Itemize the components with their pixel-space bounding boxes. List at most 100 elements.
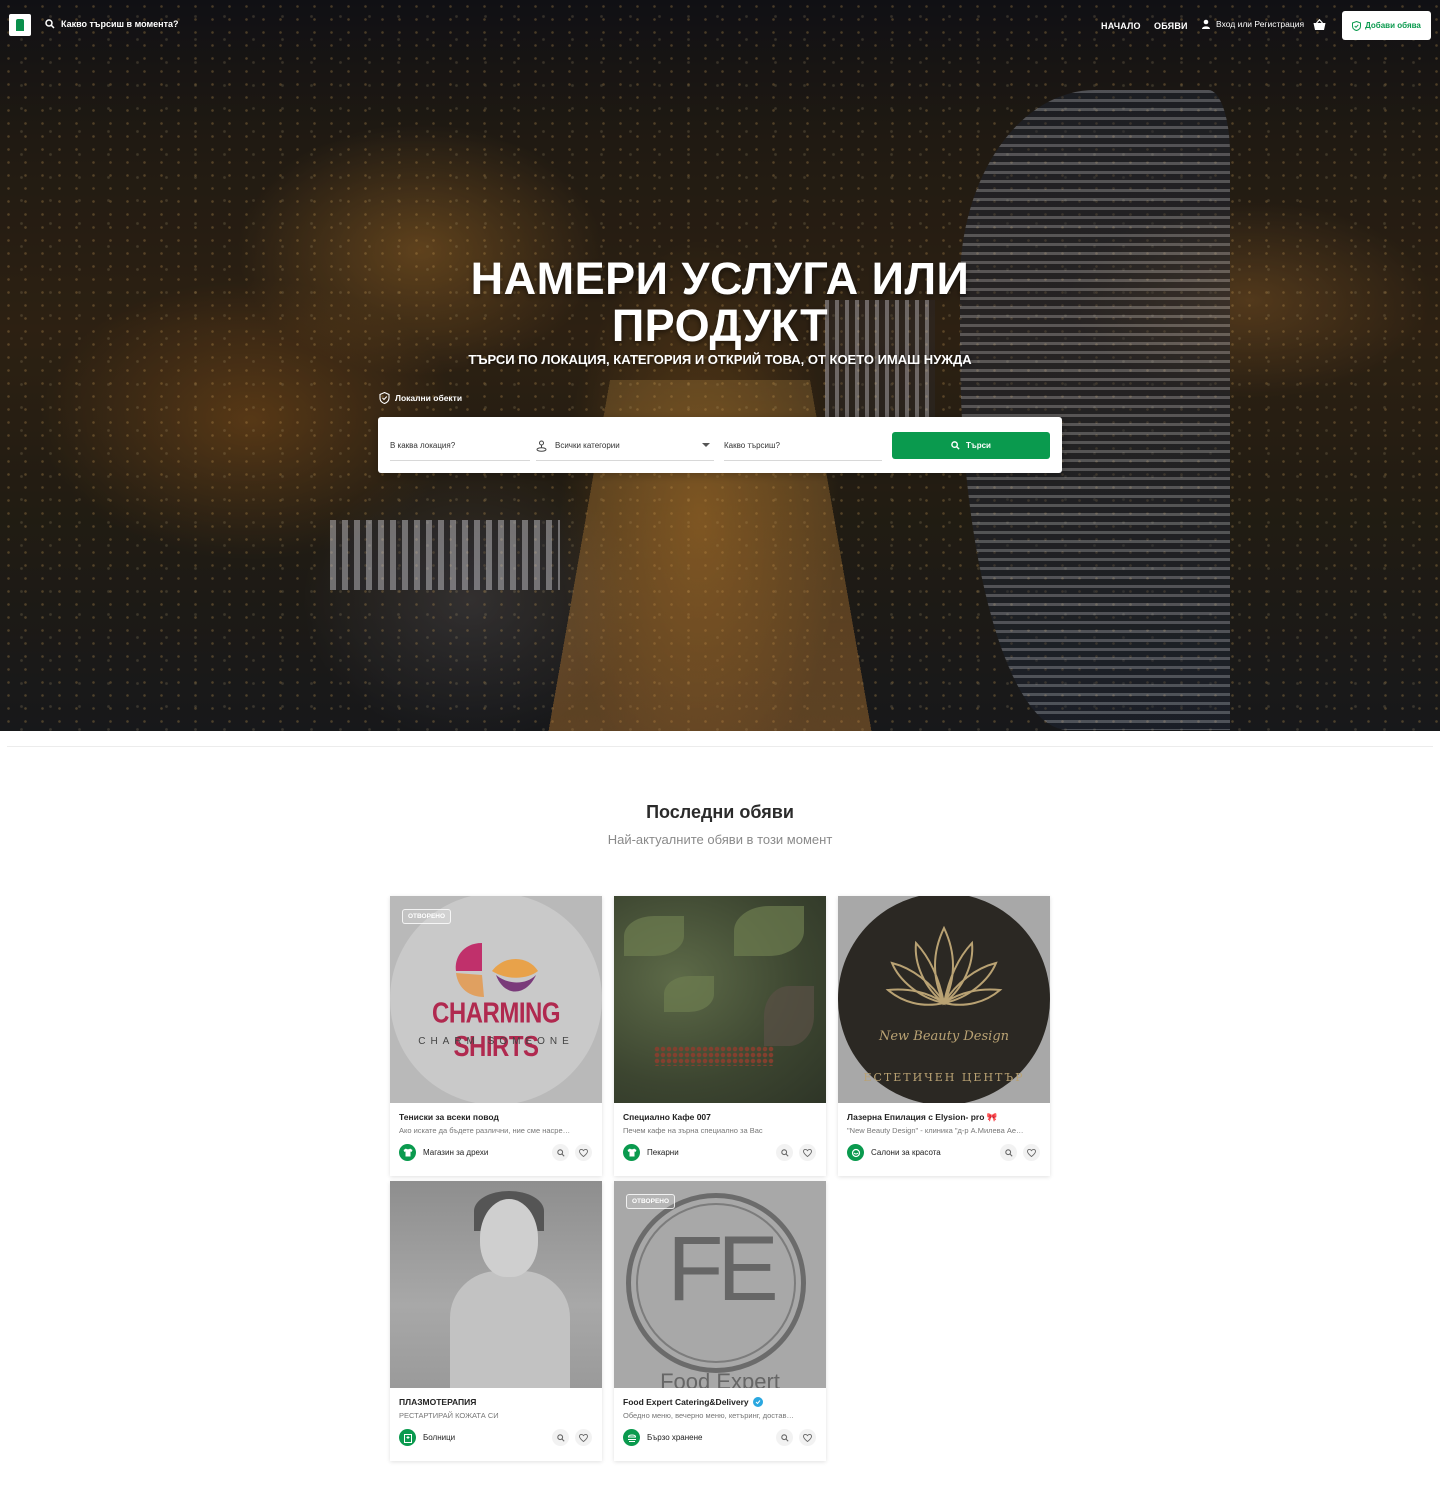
user-icon bbox=[1202, 19, 1210, 29]
listing-title[interactable]: Специално Кафе 007 bbox=[623, 1112, 818, 1122]
listing-title-text: Специално Кафе 007 bbox=[623, 1112, 711, 1122]
add-listing-button[interactable]: Добави обява bbox=[1342, 11, 1431, 40]
shield-check-icon bbox=[1352, 20, 1362, 31]
face-shape bbox=[480, 1199, 538, 1277]
zoom-icon[interactable] bbox=[776, 1429, 793, 1446]
search-icon bbox=[951, 441, 960, 450]
listing-description: Ако искате да бъдете различни, ние сме н… bbox=[399, 1126, 571, 1135]
header-search[interactable]: Какво търсиш в момента? bbox=[45, 19, 179, 29]
shirt-icon bbox=[399, 1144, 416, 1161]
open-badge: ОТВОРЕНО bbox=[626, 1194, 676, 1209]
zoom-icon[interactable] bbox=[552, 1144, 569, 1161]
listing-description: Печем кафе на зърна специално за Вас bbox=[623, 1126, 763, 1135]
nav-home[interactable]: НАЧАЛО bbox=[1101, 21, 1141, 31]
listing-card[interactable]: FE Food Expert ОТВОРЕНО Food Expert Cate… bbox=[614, 1181, 826, 1461]
listing-title-text: Тениски за всеки повод bbox=[399, 1112, 499, 1122]
listing-actions bbox=[552, 1429, 592, 1446]
listing-image[interactable]: CHARMING SHIRTS CHARM SOMEONE ОТВОРЕНО bbox=[390, 896, 602, 1103]
listing-image-text: CHARMING SHIRTS bbox=[432, 997, 561, 1064]
category-icon bbox=[536, 440, 547, 452]
beauty-icon bbox=[847, 1144, 864, 1161]
heart-icon[interactable] bbox=[1023, 1144, 1040, 1161]
listing-image-subtext: Food Expert bbox=[660, 1369, 780, 1388]
chevron-down-icon bbox=[702, 443, 710, 447]
query-field[interactable] bbox=[724, 431, 882, 461]
listing-image[interactable] bbox=[390, 1181, 602, 1388]
listing-card[interactable]: CHARMING SHIRTS CHARM SOMEONE ОТВОРЕНО Т… bbox=[390, 896, 602, 1176]
listing-title-text: Food Expert Catering&Delivery bbox=[623, 1397, 749, 1407]
listing-title[interactable]: Лазерна Епилация с Elysion- pro 🎀 bbox=[847, 1112, 1042, 1123]
hand-shape bbox=[764, 986, 814, 1046]
listing-description: Обедно меню, вечерно меню, кетъринг, дос… bbox=[623, 1411, 795, 1420]
hero-title: НАМЕРИ УСЛУГА ИЛИ ПРОДУКТ bbox=[470, 253, 970, 351]
category-value: Всички категории bbox=[555, 441, 620, 450]
heart-icon[interactable] bbox=[799, 1144, 816, 1161]
listing-description: РЕСТАРТИРАЙ КОЖАТА СИ bbox=[399, 1411, 499, 1420]
listing-card[interactable]: ПЛАЗМОТЕРАПИЯ РЕСТАРТИРАЙ КОЖАТА СИ Болн… bbox=[390, 1181, 602, 1461]
listing-image[interactable]: FE Food Expert ОТВОРЕНО bbox=[614, 1181, 826, 1388]
listing-category-label: Магазин за дрехи bbox=[423, 1148, 489, 1157]
listing-title[interactable]: Food Expert Catering&Delivery bbox=[623, 1397, 818, 1407]
hero-subtitle: ТЪРСИ ПО ЛОКАЦИЯ, КАТЕГОРИЯ И ОТКРИЙ ТОВ… bbox=[468, 352, 972, 367]
location-input[interactable] bbox=[390, 441, 530, 450]
nav-listings[interactable]: ОБЯВИ bbox=[1154, 21, 1188, 31]
category-select[interactable]: Всички категории bbox=[536, 431, 714, 461]
section-subtitle: Най-актуалните обяви в този момент bbox=[607, 832, 833, 847]
shoulders-shape bbox=[450, 1271, 570, 1388]
leaf-shape bbox=[624, 916, 684, 956]
listing-actions bbox=[552, 1144, 592, 1161]
listing-category-label: Болници bbox=[423, 1433, 456, 1442]
section-title: Последни обяви bbox=[646, 802, 794, 822]
listing-category[interactable]: Салони за красота bbox=[847, 1144, 941, 1161]
search-button[interactable]: Търси bbox=[892, 432, 1050, 459]
listing-card[interactable]: New Beauty Design ЕСТЕТИЧЕН ЦЕНТЪР Лазер… bbox=[838, 896, 1050, 1176]
listing-title[interactable]: ПЛАЗМОТЕРАПИЯ bbox=[399, 1397, 594, 1407]
listing-category[interactable]: Бързо хранене bbox=[623, 1429, 703, 1446]
heart-icon[interactable] bbox=[799, 1429, 816, 1446]
query-input[interactable] bbox=[724, 441, 882, 450]
verified-icon bbox=[752, 1397, 763, 1407]
location-field[interactable] bbox=[390, 431, 530, 461]
listing-image-text: New Beauty Design bbox=[878, 1029, 1010, 1044]
listing-title-text: Лазерна Епилация с Elysion- pro 🎀 bbox=[847, 1112, 998, 1122]
search-form: Всички категории Търси bbox=[378, 417, 1062, 473]
listing-image[interactable]: New Beauty Design ЕСТЕТИЧЕН ЦЕНТЪР bbox=[838, 896, 1050, 1103]
coffee-beans bbox=[654, 1046, 774, 1066]
open-badge: ОТВОРЕНО bbox=[402, 909, 452, 924]
zoom-icon[interactable] bbox=[552, 1429, 569, 1446]
heart-icon[interactable] bbox=[575, 1144, 592, 1161]
tab-local-places[interactable]: Локални обекти bbox=[379, 392, 462, 404]
location-shield-icon bbox=[379, 392, 390, 404]
search-button-label: Търси bbox=[966, 441, 991, 450]
listing-actions bbox=[776, 1429, 816, 1446]
heart-icon[interactable] bbox=[575, 1429, 592, 1446]
login-label: Вход или Регистрация bbox=[1216, 19, 1305, 29]
site-logo[interactable] bbox=[9, 14, 31, 36]
listing-actions bbox=[776, 1144, 816, 1161]
listing-title-text: ПЛАЗМОТЕРАПИЯ bbox=[399, 1397, 477, 1407]
leaf-shape bbox=[664, 976, 714, 1012]
login-link[interactable]: Вход или Регистрация bbox=[1201, 19, 1304, 29]
basket-icon[interactable] bbox=[1313, 18, 1326, 36]
add-listing-label: Добави обява bbox=[1365, 21, 1421, 30]
shirts-logo-icon bbox=[455, 943, 538, 997]
search-icon bbox=[45, 19, 55, 29]
listing-image-subtext: ЕСТЕТИЧЕН ЦЕНТЪР bbox=[863, 1071, 1025, 1084]
divider bbox=[7, 746, 1433, 747]
listing-category-label: Бързо хранене bbox=[647, 1433, 703, 1442]
hero-banner: Какво търсиш в момента? НАЧАЛО ОБЯВИ Вхо… bbox=[0, 0, 1440, 731]
lotus-icon bbox=[885, 925, 1003, 1006]
listing-category[interactable]: Магазин за дрехи bbox=[399, 1144, 488, 1161]
zoom-icon[interactable] bbox=[776, 1144, 793, 1161]
listing-category[interactable]: Пекарни bbox=[623, 1144, 679, 1161]
zoom-icon[interactable] bbox=[1000, 1144, 1017, 1161]
leaf-shape bbox=[734, 906, 804, 956]
listing-category-label: Салони за красота bbox=[871, 1148, 941, 1157]
listing-title[interactable]: Тениски за всеки повод bbox=[399, 1112, 594, 1122]
listing-image-text: FE bbox=[667, 1218, 779, 1320]
listing-image[interactable] bbox=[614, 896, 826, 1103]
listing-category-label: Пекарни bbox=[647, 1148, 679, 1157]
tab-local-label: Локални обекти bbox=[395, 393, 463, 403]
listing-category[interactable]: Болници bbox=[399, 1429, 455, 1446]
listing-card[interactable]: Специално Кафе 007 Печем кафе на зърна с… bbox=[614, 896, 826, 1176]
